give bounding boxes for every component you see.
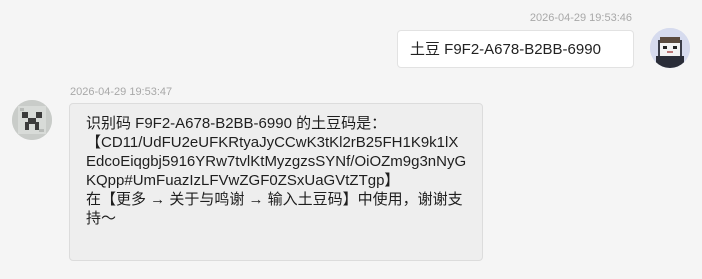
outgoing-timestamp: 2026-04-29 19:53:46 xyxy=(529,12,632,24)
outgoing-message-bubble[interactable]: 土豆 F9F2-A678-B2BB-6990 xyxy=(397,30,634,68)
usage-instructions: 在【更多 → 关于与鸣谢 → 输入土豆码】中使用，谢谢支持～ xyxy=(86,191,463,227)
user-avatar-icon xyxy=(650,28,690,68)
incoming-timestamp: 2026-04-29 19:53:47 xyxy=(70,86,173,98)
outgoing-message-text: 土豆 F9F2-A678-B2BB-6990 xyxy=(410,41,601,58)
identifier-line: 识别码 F9F2-A678-B2BB-6990 的土豆码是： xyxy=(86,115,387,132)
incoming-message-bubble[interactable]: 识别码 F9F2-A678-B2BB-6990 的土豆码是： 【CD11/UdF… xyxy=(69,103,483,261)
user-avatar-icon[interactable] xyxy=(650,28,690,68)
creeper-face-icon xyxy=(12,100,52,140)
potato-code[interactable]: 【CD11/UdFU2eUFKRtyaJyCCwK3tKl2rB25FH1K9k… xyxy=(86,133,467,190)
bot-avatar-icon[interactable] xyxy=(12,100,52,140)
